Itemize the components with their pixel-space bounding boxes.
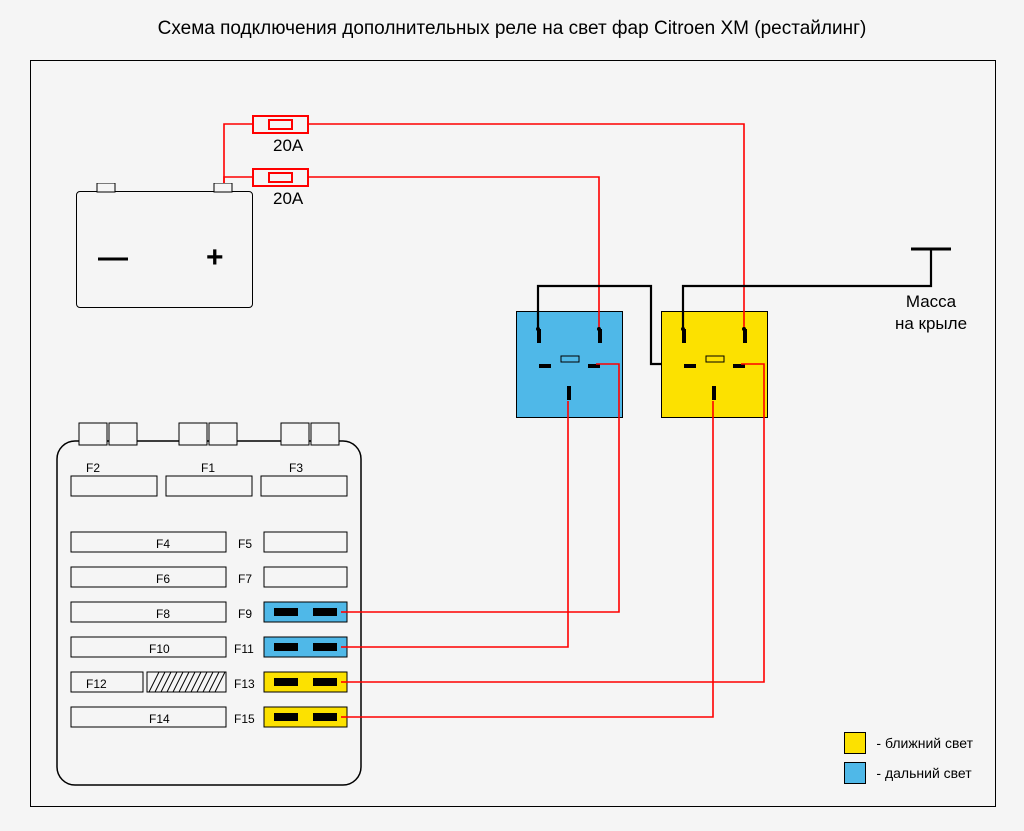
legend-near-beam: - ближний свет: [844, 732, 973, 754]
legend: - ближний свет - дальний свет: [844, 724, 973, 784]
legend-far-beam: - дальний свет: [844, 762, 973, 784]
legend-near-label: - ближний свет: [876, 735, 973, 751]
wiring-diagram: [31, 61, 995, 806]
legend-far-label: - дальний свет: [876, 765, 971, 781]
diagram-title: Схема подключения дополнительных реле на…: [0, 18, 1024, 40]
diagram-frame: — + 20А 20А Масса на крыле: [30, 60, 996, 807]
legend-blue-swatch: [844, 762, 866, 784]
legend-yellow-swatch: [844, 732, 866, 754]
